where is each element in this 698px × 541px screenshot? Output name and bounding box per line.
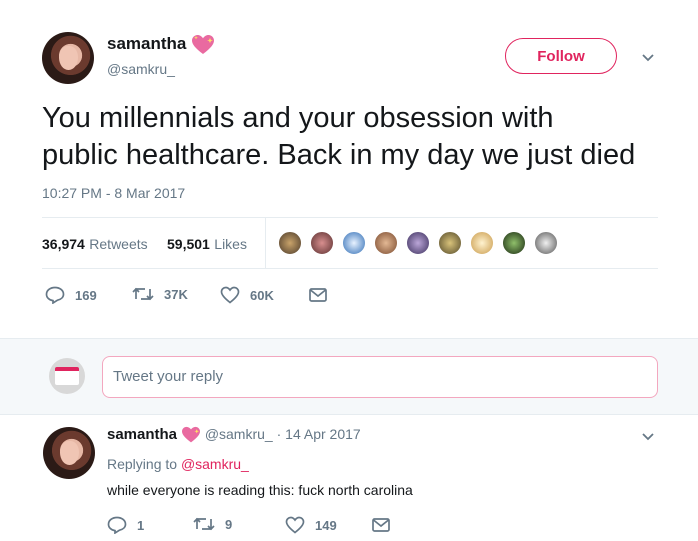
like-icon [285, 516, 305, 534]
retweet-icon [132, 287, 154, 301]
author-handle[interactable]: @samkru_ [107, 61, 175, 77]
reply-author-name[interactable]: samantha [107, 426, 177, 443]
follow-button[interactable]: Follow [505, 38, 617, 74]
retweets-stat[interactable]: 36,974 Retweets [42, 236, 148, 254]
reply-count: 1 [137, 517, 145, 533]
liker-avatar[interactable] [373, 230, 399, 256]
like-count: 149 [315, 517, 337, 533]
author-name-row[interactable]: samantha [107, 34, 215, 56]
liker-avatar[interactable] [309, 230, 335, 256]
reply-date[interactable]: 14 Apr 2017 [285, 426, 361, 442]
reply-text: while everyone is reading this: fuck nor… [107, 482, 413, 498]
stats-separator [265, 218, 266, 268]
reply-header: samantha @samkru_ · 14 Apr 2017 [107, 426, 361, 444]
reply-icon [45, 286, 65, 304]
retweet-count: 37K [164, 286, 188, 302]
retweet-count: 9 [225, 516, 233, 532]
liker-avatar[interactable] [341, 230, 367, 256]
likes-stat[interactable]: 59,501 Likes [167, 236, 247, 254]
tweet-text-line: You millennials and your obsession with [42, 102, 554, 134]
replying-to-label: Replying to [107, 456, 178, 472]
like-icon [220, 286, 240, 304]
reply-composer: Tweet your reply [0, 338, 698, 415]
liker-avatar[interactable] [533, 230, 559, 256]
reply-author-avatar[interactable] [43, 427, 95, 479]
retweets-count: 36,974 [42, 236, 85, 252]
tweet-text-line: public healthcare. Back in my day we jus… [42, 139, 636, 171]
author-avatar[interactable] [42, 32, 94, 84]
tweet-text: You millennials and your obsession with … [42, 100, 682, 174]
divider [42, 268, 658, 269]
reply-input[interactable]: Tweet your reply [102, 356, 658, 398]
chevron-down-icon[interactable] [641, 51, 655, 70]
retweet-icon [193, 517, 215, 531]
chevron-down-icon[interactable] [641, 430, 655, 449]
replying-to-link[interactable]: @samkru_ [181, 456, 249, 472]
reply-author-handle[interactable]: @samkru_ [205, 426, 273, 442]
like-action[interactable]: 149 [285, 516, 337, 534]
message-icon[interactable] [372, 518, 390, 537]
sparkling-heart-icon [181, 426, 201, 444]
like-action[interactable]: 60K [220, 286, 274, 304]
message-icon[interactable] [309, 288, 327, 307]
liker-avatar[interactable] [501, 230, 527, 256]
current-user-avatar[interactable] [49, 358, 85, 394]
liker-avatars [277, 230, 559, 256]
liker-avatar[interactable] [437, 230, 463, 256]
reply-icon [107, 516, 127, 534]
retweets-label: Retweets [89, 236, 148, 252]
replying-to-line: Replying to @samkru_ [107, 456, 249, 472]
like-count: 60K [250, 287, 274, 303]
liker-avatar[interactable] [405, 230, 431, 256]
likes-count: 59,501 [167, 236, 210, 252]
divider [42, 217, 658, 218]
separator-dot: · [276, 426, 282, 442]
likes-label: Likes [214, 236, 247, 252]
reply-action[interactable]: 1 [107, 516, 144, 534]
tweet-timestamp[interactable]: 10:27 PM - 8 Mar 2017 [42, 185, 185, 201]
liker-avatar[interactable] [277, 230, 303, 256]
reply-action[interactable]: 169 [45, 286, 97, 304]
retweet-action[interactable]: 37K [132, 286, 188, 302]
sparkling-heart-icon [191, 34, 215, 56]
liker-avatar[interactable] [469, 230, 495, 256]
author-name[interactable]: samantha [107, 34, 186, 53]
retweet-action[interactable]: 9 [193, 516, 232, 532]
reply-count: 169 [75, 287, 97, 303]
